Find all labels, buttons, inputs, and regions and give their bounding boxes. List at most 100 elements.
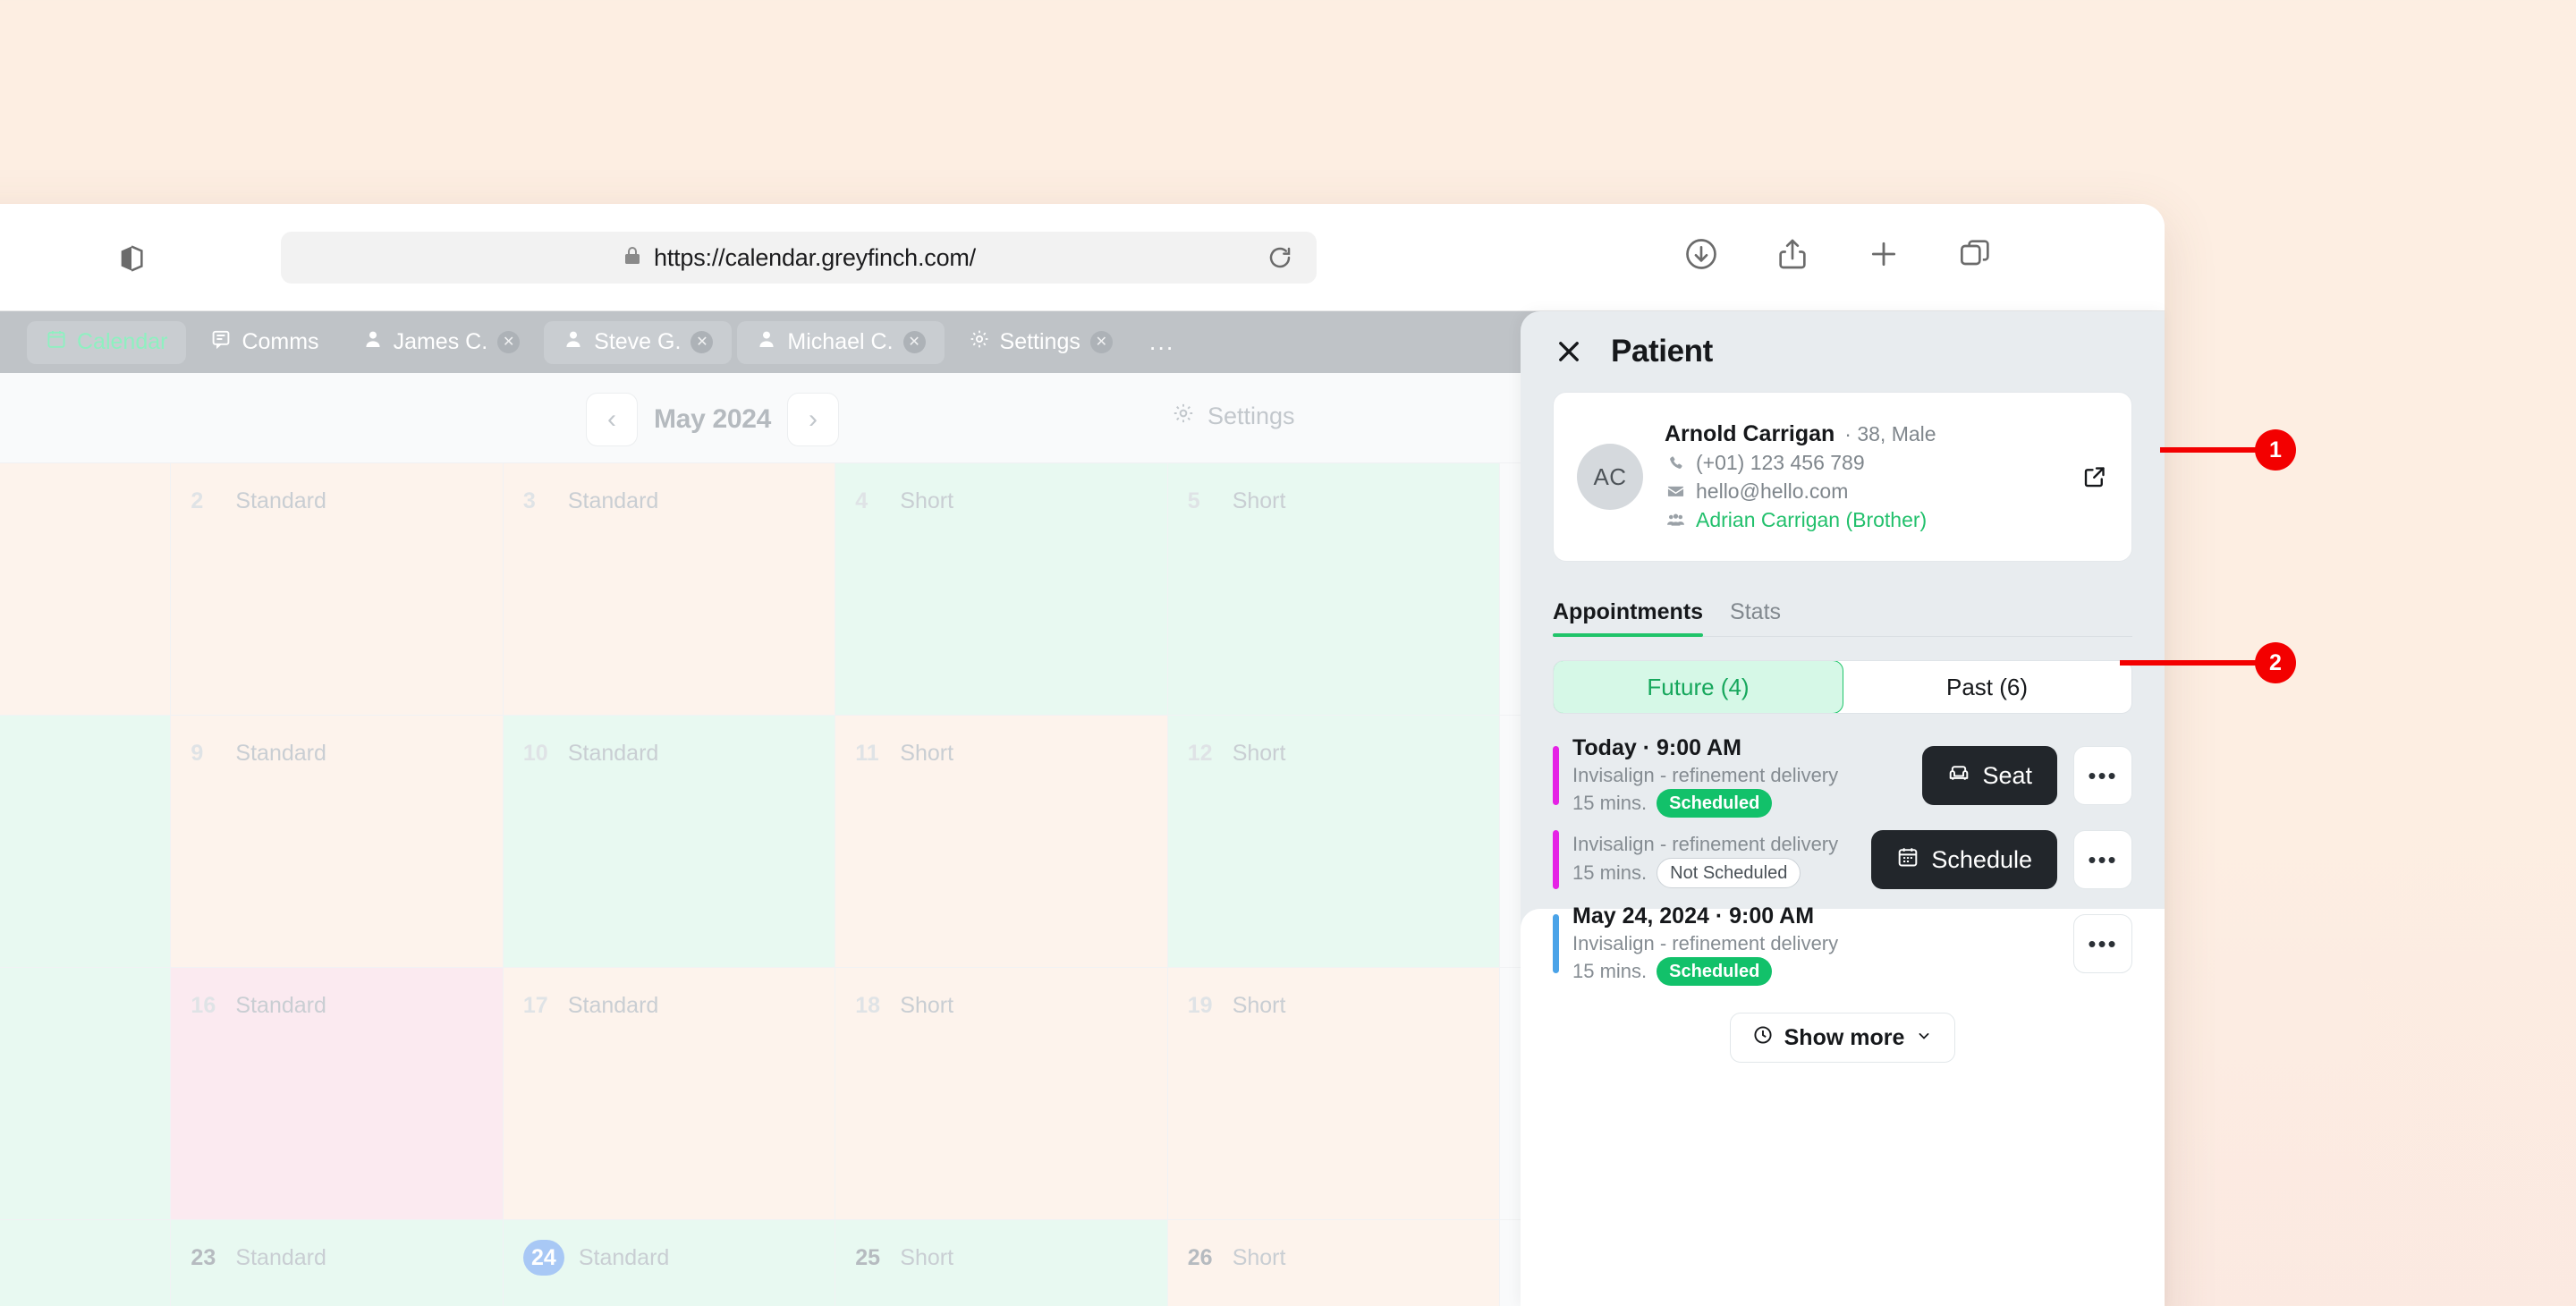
schedule-button[interactable]: Schedule (1871, 830, 2057, 889)
share-icon[interactable] (1773, 234, 1812, 274)
patient-phone-row: (+01) 123 456 789 (1665, 448, 1936, 477)
sidebar-item-comms[interactable]: Comms (191, 321, 337, 364)
patient-name: Arnold Carrigan (1665, 420, 1835, 446)
phone-icon (1665, 454, 1686, 471)
appointment-color-bar (1553, 746, 1559, 805)
month-label: May 2024 (654, 404, 772, 434)
sidebar-item-michael-c[interactable]: Michael C. ✕ (737, 320, 945, 364)
annotation-line (2160, 447, 2258, 453)
open-external-icon[interactable] (2081, 463, 2108, 490)
person-icon (756, 328, 777, 356)
calendar-day-number: 17 (522, 993, 548, 1018)
calendar-day-number: 5 (1187, 488, 1200, 513)
calendar-day-type: Short (900, 741, 954, 766)
calendar-day-number: 25 (855, 1245, 881, 1270)
calendar-day-type: Short (1232, 993, 1286, 1018)
close-icon[interactable]: ✕ (497, 331, 521, 353)
calendar-day-number: 9 (191, 741, 204, 766)
appointment-actions: Seat ••• (1922, 746, 2132, 805)
calendar-day-cell[interactable]: 9 Standard (171, 716, 504, 968)
calendar-day-number: 10 (522, 741, 548, 766)
chevron-left-icon[interactable]: ‹ (586, 393, 638, 446)
new-tab-icon[interactable] (1864, 234, 1903, 274)
calendar-day-type: Standard (567, 741, 659, 766)
calendar-day-cell[interactable]: 17 Standard (503, 968, 836, 1220)
appointment-duration: 15 mins. (1572, 960, 1648, 982)
calendar-day-cell[interactable]: 12 Short (1167, 716, 1501, 968)
person-icon (563, 328, 584, 356)
calendar-day-type: Standard (235, 741, 326, 766)
chevron-right-icon[interactable]: › (787, 393, 840, 446)
close-icon[interactable]: ✕ (1089, 331, 1113, 353)
show-more-button[interactable]: Show more (1729, 1013, 1956, 1063)
seat-button[interactable]: Seat (1922, 746, 2057, 805)
action-button-label: Seat (1982, 761, 2032, 789)
sidebar-item-james-c[interactable]: James C. ✕ (343, 321, 539, 364)
calendar-day-cell[interactable]: 15Standard (0, 968, 172, 1220)
browser-toolbar: https://calendar.greyfinch.com/ (0, 204, 2165, 311)
close-icon[interactable]: ✕ (691, 331, 714, 353)
appointment-row[interactable]: May 24, 2024 · 9:00 AM Invisalign - refin… (1553, 902, 2132, 986)
calendar-day-cell[interactable]: 23 Standard (171, 1220, 504, 1306)
appointments-filter-segment: Future (4) Past (6) (1553, 660, 2132, 714)
calendar-day-cell[interactable]: 19 Short (1167, 968, 1501, 1220)
calendar-day-type: Standard (578, 1245, 670, 1270)
page-title: Patient (1611, 334, 1713, 369)
calendar-day-cell[interactable]: 24 Standard (503, 1220, 836, 1306)
close-icon[interactable]: ✕ (902, 331, 926, 353)
tab-overflow-button[interactable]: ... (1137, 328, 1188, 356)
calendar-day-cell[interactable]: 25 Short (835, 1220, 1168, 1306)
sidebar-item-settings[interactable]: Settings ✕ (950, 321, 1131, 364)
appointment-more-button[interactable]: ••• (2073, 914, 2132, 973)
reload-icon[interactable] (1267, 244, 1293, 271)
patient-card[interactable]: AC Arnold Carrigan · 38, Male (+01) 123 … (1553, 392, 2132, 562)
calendar-day-number: 23 (191, 1245, 216, 1270)
patient-relation-row[interactable]: Adrian Carrigan (Brother) (1665, 505, 1936, 534)
family-icon (1665, 511, 1686, 529)
calendar-day-cell[interactable]: 26 Short (1167, 1220, 1501, 1306)
tab-stats[interactable]: Stats (1730, 599, 1781, 636)
calendar-day-type: Short (1232, 741, 1286, 766)
calendar-day-cell[interactable]: 18 Short (835, 968, 1168, 1220)
calendar-settings-button[interactable]: Settings (1172, 402, 1295, 431)
calendar-day-cell[interactable]: 1Standard (0, 463, 172, 716)
lock-icon (622, 245, 643, 271)
calendar-day-type: Short (900, 1245, 954, 1270)
calendar-day-cell[interactable]: 5 Short (1167, 463, 1501, 716)
appointment-more-button[interactable]: ••• (2073, 830, 2132, 889)
calendar-day-number: 11 (855, 741, 879, 766)
calendar-day-cell[interactable]: 2 Standard (171, 463, 504, 716)
calendar-day-cell[interactable]: 22Standard (0, 1220, 172, 1306)
status-badge: Scheduled (1657, 789, 1773, 818)
calendar-day-cell[interactable]: 16 Standard (171, 968, 504, 1220)
patient-info: Arnold Carrigan · 38, Male (+01) 123 456… (1665, 420, 1936, 534)
gear-icon (1172, 402, 1195, 431)
sidebar-toggle-icon[interactable] (116, 243, 147, 274)
panel-header: Patient (1521, 311, 2165, 392)
downloads-icon[interactable] (1682, 234, 1721, 274)
calendar-day-cell[interactable]: 10 Standard (503, 716, 836, 968)
calendar-day-cell[interactable]: 4 Short (835, 463, 1168, 716)
tab-overview-icon[interactable] (1955, 234, 1995, 274)
appointment-more-button[interactable]: ••• (2073, 746, 2132, 805)
sidebar-item-steve-g[interactable]: Steve G. ✕ (544, 320, 733, 364)
status-badge: Scheduled (1657, 957, 1773, 986)
segment-past[interactable]: Past (6) (1843, 661, 2131, 713)
calendar-today-badge: 24 (522, 1240, 564, 1276)
segment-future[interactable]: Future (4) (1554, 661, 1843, 713)
tab-label: Calendar (77, 329, 168, 354)
url-bar[interactable]: https://calendar.greyfinch.com/ (281, 232, 1317, 284)
close-icon[interactable] (1554, 336, 1584, 367)
sidebar-item-calendar[interactable]: Calendar (27, 320, 187, 364)
calendar-day-type: Standard (235, 488, 326, 513)
appointment-description: Invisalign - refinement delivery (1572, 764, 1839, 786)
appointment-row[interactable]: Invisalign - refinement delivery 15 mins.… (1553, 818, 2132, 902)
patient-relation[interactable]: Adrian Carrigan (Brother) (1696, 508, 1927, 532)
appointment-row[interactable]: Today · 9:00 AM Invisalign - refinement d… (1553, 734, 2132, 818)
calendar-day-cell[interactable]: 11 Short (835, 716, 1168, 968)
appointment-description: Invisalign - refinement delivery (1572, 833, 1839, 855)
tab-appointments[interactable]: Appointments (1553, 599, 1704, 637)
calendar-day-cell[interactable]: 8Standard (0, 716, 172, 968)
calendar-day-cell[interactable]: 3 Standard (503, 463, 836, 716)
calendar-day-number: 3 (522, 488, 536, 513)
